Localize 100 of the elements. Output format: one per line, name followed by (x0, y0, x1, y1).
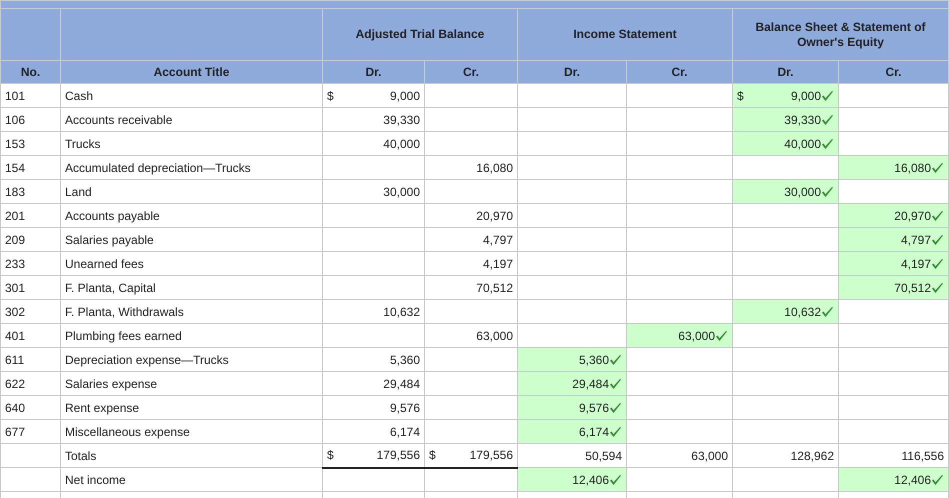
account-number: 302 (0, 300, 60, 324)
amount-value: 10,632 (383, 304, 420, 320)
account-number: 622 (0, 372, 60, 396)
amount-value: 16,080 (894, 160, 931, 176)
checkmark-icon (931, 282, 944, 294)
amount-value: 4,797 (900, 232, 931, 248)
account-title: Cash (60, 84, 322, 108)
amount-value: 50,594 (585, 448, 622, 464)
account-title: Totals (60, 444, 322, 468)
checkmark-icon (715, 330, 728, 342)
account-number: 101 (0, 84, 60, 108)
checkmark-icon (931, 162, 944, 174)
column-header: Account Title (60, 60, 322, 84)
column-header: Dr. (518, 60, 626, 84)
amount-value: 70,512 (894, 280, 931, 296)
checkmark-icon (821, 138, 834, 150)
amount-value: 39,330 (383, 112, 420, 128)
amount-value: 179,556 (470, 447, 513, 464)
account-number: 401 (0, 324, 60, 348)
amount-value: 9,000 (390, 88, 420, 104)
account-title: Land (60, 180, 322, 204)
column-group-header: Adjusted Trial Balance (322, 8, 518, 60)
column-header: Cr. (626, 60, 732, 84)
account-number: 677 (0, 420, 60, 444)
account-number: 106 (0, 108, 60, 132)
account-title: Trucks (60, 132, 322, 156)
column-header: No. (0, 60, 60, 84)
account-number: 611 (0, 348, 60, 372)
amount-value: 20,970 (894, 208, 931, 224)
checkmark-icon (931, 474, 944, 486)
amount-value: 179,556 (376, 447, 420, 464)
account-number: 183 (0, 180, 60, 204)
account-title: Rent expense (60, 396, 322, 420)
amount-value: 128,962 (790, 448, 834, 464)
amount-value: 29,484 (572, 376, 609, 392)
amount-value: 4,197 (900, 256, 931, 272)
checkmark-icon (931, 234, 944, 246)
account-title: Plumbing fees earned (60, 324, 322, 348)
amount-value: 16,080 (476, 160, 513, 176)
amount-value: 6,174 (390, 424, 420, 440)
checkmark-icon (609, 426, 622, 438)
account-title: Net income (60, 468, 322, 492)
amount-value: 9,000 (790, 88, 821, 104)
account-title: Accumulated depreciation—Trucks (60, 156, 322, 180)
account-number: 233 (0, 252, 60, 276)
amount-value: 12,406 (572, 472, 609, 488)
checkmark-icon (609, 354, 622, 366)
amount-value: 9,576 (578, 400, 609, 416)
amount-value: 63,000 (678, 328, 715, 344)
amount-value: 39,330 (784, 112, 821, 128)
dollar-sign: $ (327, 447, 334, 464)
amount-value: 5,360 (390, 352, 420, 368)
amount-value: 6,174 (578, 424, 609, 440)
checkmark-icon (821, 306, 834, 318)
account-title: Accounts receivable (60, 108, 322, 132)
amount-value: 40,000 (784, 136, 821, 152)
dollar-sign: $ (737, 88, 744, 104)
account-number: 301 (0, 276, 60, 300)
checkmark-icon (609, 378, 622, 390)
column-header: Dr. (732, 60, 838, 84)
account-title: Unearned fees (60, 252, 322, 276)
dollar-sign: $ (327, 88, 334, 104)
account-title: Salaries expense (60, 372, 322, 396)
column-header: Cr. (838, 60, 948, 84)
checkmark-icon (931, 210, 944, 222)
amount-value: 5,360 (578, 352, 609, 368)
account-number: 201 (0, 204, 60, 228)
checkmark-icon (821, 186, 834, 198)
account-title: Miscellaneous expense (60, 420, 322, 444)
amount-value: 63,000 (476, 328, 513, 344)
checkmark-icon (609, 402, 622, 414)
amount-value: 20,970 (476, 208, 513, 224)
account-number: 154 (0, 156, 60, 180)
account-number: 209 (0, 228, 60, 252)
amount-value: 12,406 (894, 472, 931, 488)
account-number: 153 (0, 132, 60, 156)
account-number: 640 (0, 396, 60, 420)
amount-value: 29,484 (383, 376, 420, 392)
checkmark-icon (609, 474, 622, 486)
account-title: F. Planta, Capital (60, 276, 322, 300)
checkmark-icon (821, 90, 834, 102)
amount-value: 9,576 (390, 400, 420, 416)
amount-value: 30,000 (383, 184, 420, 200)
account-title: Accounts payable (60, 204, 322, 228)
amount-value: 40,000 (383, 136, 420, 152)
amount-value: 63,000 (691, 448, 728, 464)
amount-value: 30,000 (784, 184, 821, 200)
amount-value: 70,512 (476, 280, 513, 296)
amount-value: 10,632 (784, 304, 821, 320)
column-header: Dr. (322, 60, 424, 84)
column-group-header: Balance Sheet & Statement of Owner's Equity (732, 8, 948, 60)
account-title: Salaries payable (60, 228, 322, 252)
account-title: F. Planta, Withdrawals (60, 300, 322, 324)
amount-value: 116,556 (902, 448, 944, 464)
amount-value: 4,797 (482, 232, 513, 248)
dollar-sign: $ (429, 447, 436, 464)
checkmark-icon (821, 114, 834, 126)
account-title: Depreciation expense—Trucks (60, 348, 322, 372)
column-group-header: Income Statement (518, 8, 732, 60)
amount-value: 4,197 (482, 256, 513, 272)
